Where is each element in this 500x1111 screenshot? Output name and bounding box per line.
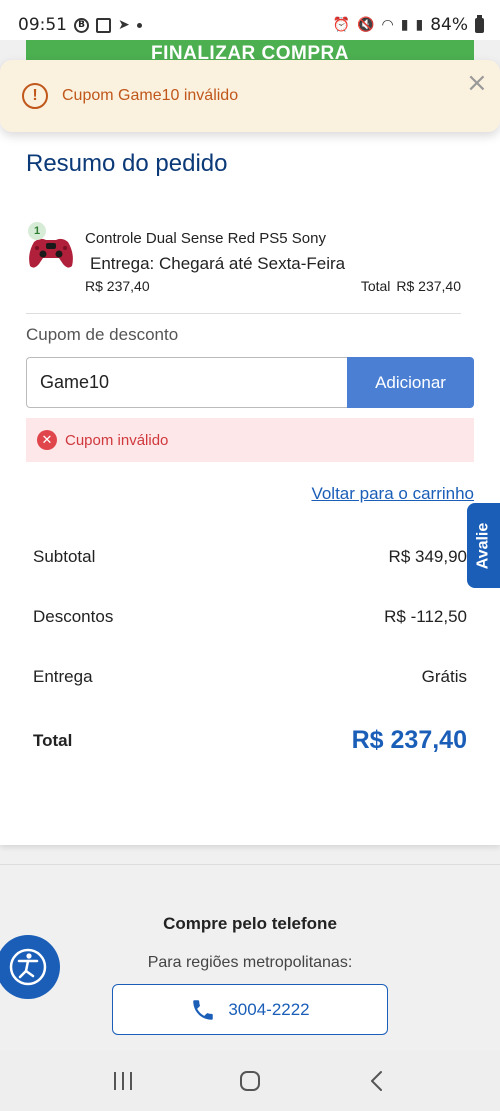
delivery-value: Grátis: [421, 667, 467, 686]
add-coupon-button[interactable]: Adicionar: [347, 357, 474, 408]
delivery-row: Entrega Grátis: [33, 667, 467, 687]
subtotal-label: Subtotal: [33, 547, 96, 566]
coupon-error-text: Cupom inválido: [65, 431, 169, 449]
back-to-cart-link[interactable]: Voltar para o carrinho: [311, 484, 474, 504]
product-total: Total R$ 237,40: [355, 278, 461, 294]
back-button[interactable]: [357, 1066, 397, 1096]
status-right: ⏰ 🔇 ◠ ▮ ▮ 84%: [332, 14, 484, 35]
subtotal-value: R$ 349,90: [388, 547, 467, 566]
battery-percent: 84%: [430, 15, 468, 35]
accessibility-icon: [9, 948, 47, 986]
product-price: R$ 237,40: [85, 278, 150, 294]
coupon-label: Cupom de desconto: [26, 325, 179, 344]
total-row: Total R$ 237,40: [33, 726, 467, 755]
signal-icon-2: ▮: [415, 17, 424, 33]
signal-icon: ▮: [400, 17, 409, 33]
discount-value: R$ -112,50: [384, 607, 467, 626]
toast-message: Cupom Game10 inválido: [62, 87, 239, 104]
coupon-input[interactable]: [26, 357, 347, 408]
product-delivery: Entrega: Chegará até Sexta-Feira: [90, 254, 346, 273]
order-summary-title: Resumo do pedido: [26, 150, 228, 177]
product-total-label: Total: [360, 278, 391, 294]
phone-icon: [193, 999, 214, 1020]
alert-circle-icon: !: [22, 83, 48, 109]
phone-purchase-subtitle: Para regiões metropolitanas:: [147, 954, 353, 971]
alarm-icon: ⏰: [332, 17, 351, 33]
product-total-value: R$ 237,40: [396, 278, 461, 294]
total-value: R$ 237,40: [351, 726, 467, 754]
discount-row: Descontos R$ -112,50: [33, 607, 467, 627]
discount-label: Descontos: [33, 607, 114, 626]
status-left: 09:51 B ➤: [18, 15, 142, 35]
subtotal-row: Subtotal R$ 349,90: [33, 547, 467, 567]
footer-divider: [0, 864, 500, 865]
more-notifications-icon: [136, 22, 142, 28]
back-icon: [370, 1070, 382, 1091]
quantity-badge: 1: [28, 222, 46, 240]
avalie-feedback-tab[interactable]: Avalie: [467, 503, 500, 588]
status-time: 09:51: [18, 15, 67, 35]
avalie-label: Avalie: [474, 522, 492, 569]
gallery-notification-icon: [96, 17, 111, 33]
coupon-invalid-toast: ! Cupom Game10 inválido ×: [0, 60, 500, 132]
b-app-icon: B: [74, 17, 89, 33]
mute-icon: 🔇: [357, 17, 375, 33]
recent-apps-button[interactable]: [103, 1066, 143, 1096]
phone-call-button[interactable]: 3004-2222: [112, 984, 388, 1035]
coupon-row: Adicionar: [26, 357, 474, 408]
delivery-label: Entrega: [33, 667, 93, 686]
error-x-icon: ✕: [37, 430, 57, 450]
divider: [26, 313, 461, 314]
product-item: 1 Controle Dual Sense Red PS5 Sony Entre…: [26, 220, 474, 302]
total-label: Total: [33, 730, 73, 750]
home-icon: [239, 1070, 260, 1091]
home-button[interactable]: [230, 1066, 270, 1096]
product-name: Controle Dual Sense Red PS5 Sony: [85, 230, 326, 247]
telegram-icon: ➤: [118, 17, 130, 33]
coupon-error-message: ✕ Cupom inválido: [26, 418, 474, 462]
navigation-bar: [0, 1050, 500, 1111]
close-icon[interactable]: ×: [466, 70, 488, 96]
battery-icon: [475, 14, 484, 33]
phone-number: 3004-2222: [228, 999, 310, 1019]
wifi-icon: ◠: [381, 17, 394, 33]
checkout-page: FINALIZAR COMPRA Resumo do pedido 1 Cont…: [0, 40, 500, 1050]
phone-purchase-title: Compre pelo telefone: [163, 914, 337, 933]
recent-apps-icon: [114, 1071, 133, 1090]
